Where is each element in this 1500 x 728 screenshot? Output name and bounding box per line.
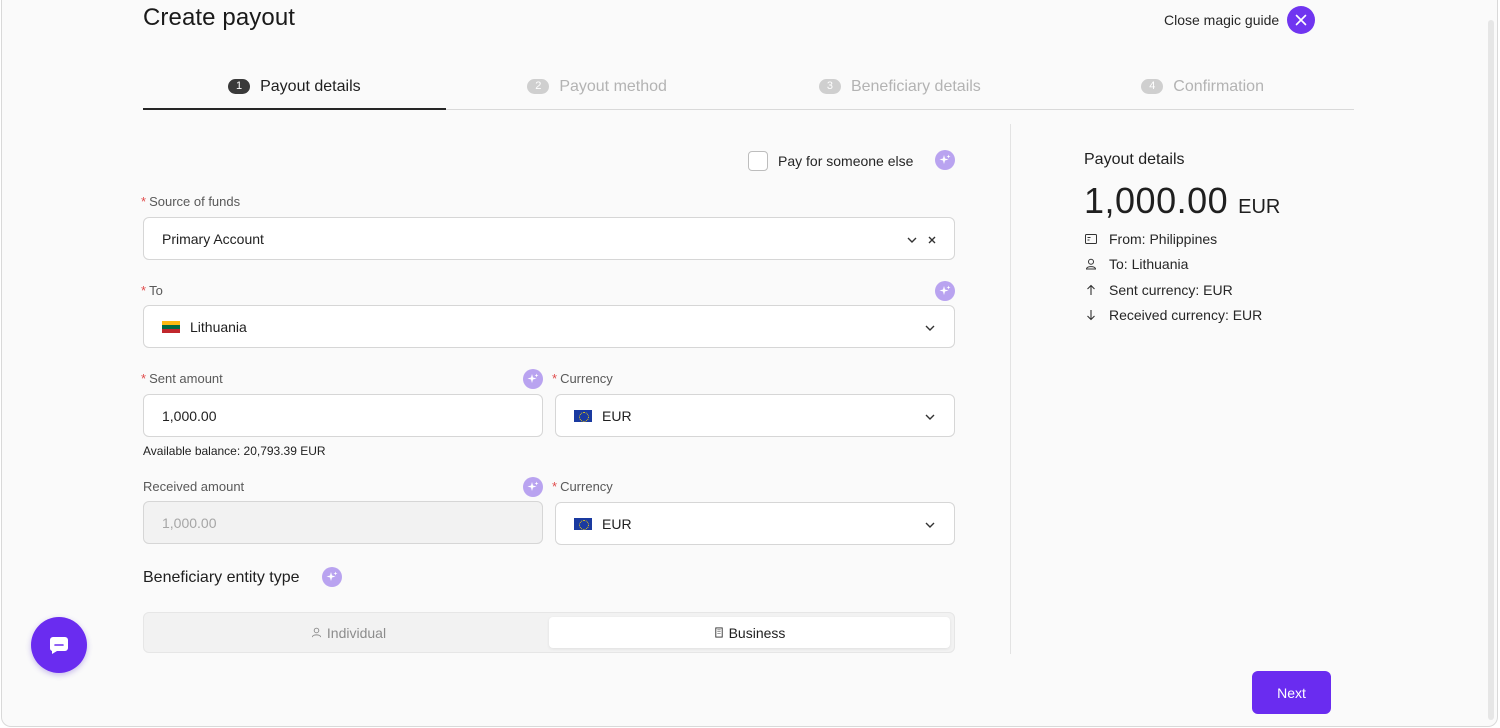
arrow-up-icon (1084, 283, 1097, 296)
source-of-funds-select[interactable]: Primary Account (143, 217, 955, 260)
next-button[interactable]: Next (1252, 671, 1331, 714)
to-country-value: Lithuania (190, 318, 247, 335)
step-number: 4 (1141, 79, 1164, 94)
summary-item-to: To: Lithuania (1084, 252, 1262, 278)
summary-amount-value: 1,000.00 (1084, 180, 1229, 221)
chat-button[interactable] (31, 617, 87, 673)
summary-item-text: Sent currency: EUR (1109, 281, 1233, 298)
step-label: Payout method (559, 77, 667, 95)
sent-currency-label: * Currency (552, 371, 613, 386)
sparkle-icon[interactable] (322, 567, 342, 587)
received-currency-value: EUR (602, 515, 632, 532)
chevron-down-icon[interactable] (924, 321, 936, 337)
pay-for-someone-else-checkbox[interactable]: Pay for someone else (748, 151, 913, 171)
step-confirmation[interactable]: 4 Confirmation (1051, 65, 1354, 108)
step-payout-method[interactable]: 2 Payout method (446, 65, 749, 108)
user-icon (1084, 258, 1097, 271)
step-number: 3 (818, 79, 841, 94)
close-magic-guide-label: Close magic guide (1164, 12, 1280, 28)
summary-item-from: From: Philippines (1084, 226, 1262, 252)
clear-icon[interactable] (926, 233, 938, 249)
sparkle-icon[interactable] (523, 369, 543, 389)
sparkle-icon[interactable] (935, 281, 955, 301)
summary-item-text: To: Lithuania (1109, 256, 1189, 273)
sent-amount-input[interactable]: 1,000.00 (143, 394, 543, 437)
step-number: 2 (527, 79, 550, 94)
step-label: Payout details (260, 77, 361, 95)
chevron-down-icon[interactable] (924, 518, 936, 534)
stepper: 1 Payout details 2 Payout method 3 Benef… (143, 66, 1354, 110)
received-amount-label: Received amount (143, 479, 245, 494)
step-label: Beneficiary details (850, 77, 981, 95)
received-currency-label: * Currency (552, 479, 613, 494)
summary-amount: 1,000.00 EUR (1084, 180, 1280, 222)
chat-icon (49, 637, 68, 654)
scrollbar[interactable] (1488, 20, 1494, 720)
sent-currency-value: EUR (602, 407, 632, 424)
sent-amount-label: * Sent amount (141, 371, 223, 386)
entity-type-label: Business (728, 624, 786, 641)
step-payout-details[interactable]: 1 Payout details (143, 65, 446, 110)
sparkle-icon[interactable] (523, 477, 543, 497)
sent-amount-value: 1,000.00 (162, 407, 217, 424)
arrow-down-icon (1084, 309, 1097, 322)
entity-type-business[interactable]: Business (549, 617, 950, 648)
building-icon (714, 627, 723, 638)
app-frame: Create payout Close magic guide 1 Payout… (1, 0, 1498, 727)
step-label: Confirmation (1173, 77, 1264, 95)
chevron-down-icon[interactable] (924, 410, 936, 426)
entity-type-label: Individual (326, 624, 387, 641)
close-icon[interactable] (1287, 6, 1316, 34)
sent-currency-select[interactable]: EUR (555, 394, 955, 437)
summary-amount-currency: EUR (1238, 196, 1281, 218)
checkbox-box[interactable] (748, 151, 768, 171)
summary-item-sent-currency: Sent currency: EUR (1084, 277, 1262, 303)
summary-item-text: Received currency: EUR (1109, 307, 1263, 324)
vertical-divider (1010, 124, 1011, 654)
entity-type-individual[interactable]: Individual (148, 617, 549, 648)
summary-list: From: Philippines To: Lithuania Sent cur… (1084, 226, 1262, 328)
source-of-funds-value: Primary Account (162, 230, 264, 247)
step-number: 1 (228, 79, 251, 94)
entity-type-segmented-control: Individual Business (143, 612, 955, 653)
available-balance-text: Available balance: 20,793.39 EUR (143, 444, 326, 458)
eu-flag-icon (574, 517, 592, 530)
to-country-select[interactable]: Lithuania (143, 305, 955, 348)
user-icon (311, 627, 322, 638)
checkbox-label: Pay for someone else (778, 153, 914, 169)
page-title: Create payout (143, 4, 296, 31)
to-label: * To (141, 283, 163, 298)
source-of-funds-label: * Source of funds (141, 194, 241, 209)
summary-item-text: From: Philippines (1109, 230, 1218, 247)
summary-item-received-currency: Received currency: EUR (1084, 303, 1262, 329)
card-icon (1084, 232, 1097, 245)
summary-title: Payout details (1084, 151, 1185, 168)
received-amount-input: 1,000.00 (143, 501, 543, 544)
sparkle-icon[interactable] (935, 150, 955, 170)
chevron-down-icon[interactable] (906, 233, 918, 249)
lithuania-flag-icon (162, 320, 180, 333)
received-amount-value: 1,000.00 (162, 514, 217, 531)
step-beneficiary-details[interactable]: 3 Beneficiary details (749, 65, 1052, 108)
received-currency-select[interactable]: EUR (555, 502, 955, 545)
close-magic-guide-button[interactable]: Close magic guide (1164, 6, 1316, 34)
eu-flag-icon (574, 409, 592, 422)
beneficiary-entity-type-title: Beneficiary entity type (143, 569, 300, 586)
